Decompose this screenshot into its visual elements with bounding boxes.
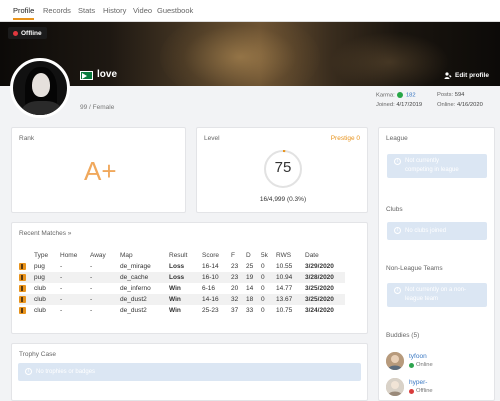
tab-records[interactable]: Records — [43, 6, 71, 15]
game-icon — [19, 262, 26, 270]
game-icon — [19, 273, 26, 281]
trophy-case-title: Trophy Case — [19, 351, 56, 358]
username: love — [97, 69, 118, 80]
col-score: Score — [202, 251, 219, 259]
offline-dot-icon — [409, 388, 414, 394]
rank-card: Rank A+ — [11, 127, 186, 213]
banner-art — [160, 22, 320, 86]
profile-banner — [0, 22, 500, 86]
info-icon: i — [394, 287, 401, 294]
buddy-avatar-image — [386, 352, 404, 370]
rank-title: Rank — [19, 135, 35, 142]
user-edit-icon — [444, 72, 452, 79]
buddy-name[interactable]: tyfoon — [409, 353, 427, 360]
banner-art-secondary — [330, 32, 450, 86]
info-icon: i — [25, 368, 32, 375]
col-date: Date — [305, 251, 319, 259]
posts-stat: Posts: 594 — [437, 92, 465, 98]
online-value: 4/16/2020 — [457, 102, 483, 108]
non-league-teams-title: Non-League Teams — [386, 265, 443, 272]
tab-video[interactable]: Video — [133, 6, 152, 15]
avatar[interactable] — [10, 58, 70, 118]
profile-tabs: Profile Records Stats History Video Gues… — [0, 0, 500, 22]
table-row[interactable]: club - - de_inferno Win 6-16 20 14 0 14.… — [19, 283, 345, 294]
table-row[interactable]: pug - - de_mirage Loss 16-14 23 25 0 10.… — [19, 261, 345, 272]
level-xp: 16/4,999 (0.3%) — [259, 196, 307, 203]
joined-value: 4/17/2019 — [396, 102, 423, 108]
col-away: Away — [90, 251, 106, 259]
col-d: D — [246, 251, 251, 259]
prestige-label: Prestige 0 — [330, 135, 360, 142]
edit-profile-button[interactable]: Edit profile — [444, 72, 489, 79]
buddies-title: Buddies (5) — [386, 332, 420, 339]
info-icon: i — [394, 158, 401, 165]
online-dot-icon — [409, 362, 414, 368]
col-result: Result — [169, 251, 188, 259]
table-row[interactable]: club - - de_dust2 Win 14-16 32 18 0 13.6… — [19, 294, 345, 305]
buddy-avatar[interactable] — [386, 378, 404, 396]
trophy-case-card: Trophy Case i No trophies or badges — [11, 343, 368, 401]
non-league-empty-notice: i Not currently on a non- league team — [387, 283, 487, 307]
level-title: Level — [204, 135, 220, 142]
buddy-name[interactable]: hyper- — [409, 379, 427, 386]
league-title: League — [386, 135, 408, 142]
buddy-status: Offline — [409, 388, 433, 394]
game-icon — [19, 306, 26, 314]
country-flag-icon — [80, 71, 93, 80]
table-row[interactable]: pug - - de_cache Loss 16-10 23 19 0 10.9… — [19, 272, 345, 283]
game-icon — [19, 295, 26, 303]
karma-icon — [397, 92, 404, 98]
clubs-empty-notice: i No clubs joined — [387, 222, 487, 240]
col-type: Type — [34, 251, 49, 259]
offline-dot-icon — [13, 30, 18, 36]
level-value: 75 — [274, 159, 292, 176]
league-empty-notice: i Not currently competing in league — [387, 154, 487, 178]
level-card: Level Prestige 0 75 16/4,999 (0.3%) — [196, 127, 368, 213]
profile-subline: 99 / Female — [80, 104, 115, 111]
col-5k: 5k — [261, 251, 268, 259]
trophy-empty-notice: i No trophies or badges — [18, 363, 361, 381]
tab-stats[interactable]: Stats — [78, 6, 95, 15]
tab-profile[interactable]: Profile — [13, 6, 35, 20]
status-badge: Offline — [8, 27, 47, 39]
recent-matches-title[interactable]: Recent Matches » — [19, 230, 71, 237]
tab-history[interactable]: History — [103, 6, 126, 15]
online-stat: Online: 4/16/2020 — [437, 102, 483, 108]
buddy-status: Online — [409, 362, 433, 368]
matches-table: Type Home Away Map Result Score F D 5k R… — [19, 249, 345, 316]
buddy-avatar[interactable] — [386, 352, 404, 370]
edit-profile-label: Edit profile — [455, 72, 489, 79]
status-badge-label: Offline — [21, 29, 42, 37]
col-f: F — [231, 251, 235, 259]
col-home: Home — [60, 251, 78, 259]
buddy-avatar-image — [386, 378, 404, 396]
table-row[interactable]: club - - de_dust2 Win 25-23 37 33 0 10.7… — [19, 305, 345, 316]
sidebar-card: League i Not currently competing in leag… — [378, 127, 495, 401]
clubs-title: Clubs — [386, 206, 403, 213]
posts-value: 594 — [454, 92, 465, 98]
recent-matches-card: Recent Matches » Type Home Away Map Resu… — [11, 222, 368, 334]
col-map: Map — [120, 251, 133, 259]
game-icon — [19, 284, 26, 292]
tab-guestbook[interactable]: Guestbook — [157, 6, 193, 15]
karma-value: 182 — [405, 92, 416, 99]
info-icon: i — [394, 227, 401, 234]
col-rws: RWS — [276, 251, 292, 259]
joined-stat: Joined: 4/17/2019 — [376, 102, 423, 108]
rank-value: A+ — [84, 156, 117, 186]
karma-stat: Karma: 182 — [376, 92, 416, 99]
